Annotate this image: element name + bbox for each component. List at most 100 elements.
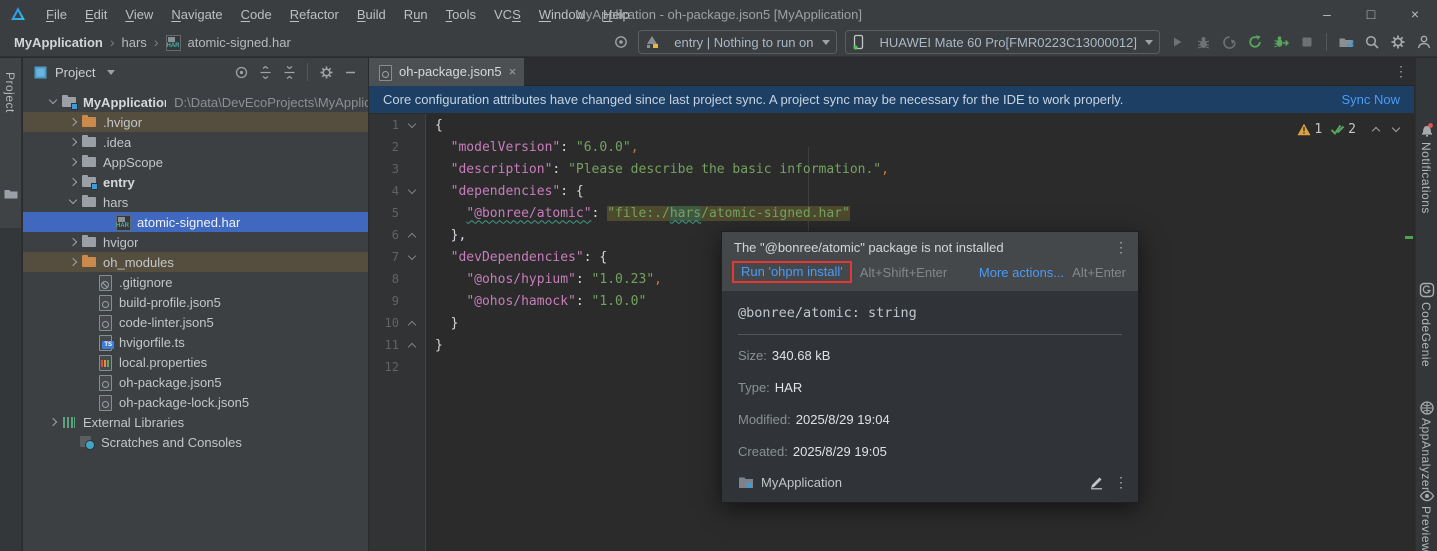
tree-row[interactable]: entry [23,172,368,192]
tree-chevron-icon[interactable] [65,194,81,210]
tab-bar-more-icon[interactable]: ⋮ [1394,63,1408,80]
tree-chevron-icon[interactable] [45,94,61,110]
breadcrumb-item[interactable]: hars [103,34,147,50]
tab-oh-package-json5[interactable]: oh-package.json5 × [369,58,524,86]
tree-row[interactable]: oh_modules [23,252,368,272]
tree-row[interactable]: AppScope [23,152,368,172]
tree-chevron-icon[interactable] [63,434,79,450]
menu-item[interactable]: Navigate [162,0,231,28]
footer-more-icon[interactable]: ⋮ [1114,474,1128,491]
tree-row[interactable]: atomic-signed.har [23,212,368,232]
tree-row[interactable]: hvigor [23,232,368,252]
code-line[interactable]: 1 { [369,114,1414,136]
tree-row[interactable]: hvigorfile.ts [23,332,368,352]
run-configuration-select[interactable]: entry | Nothing to run on [638,30,836,54]
tree-chevron-icon[interactable] [81,354,97,370]
device-manager-icon[interactable] [1333,30,1359,54]
project-panel-title[interactable]: Project [55,65,95,80]
menu-item[interactable]: Tools [437,0,485,28]
collapse-all-icon[interactable] [277,61,301,83]
tree-row[interactable]: .gitignore [23,272,368,292]
code-line[interactable]: 4 "dependencies": { [369,180,1414,202]
previewer-eye-icon[interactable] [1419,488,1435,504]
menu-item[interactable]: View [116,0,162,28]
tree-chevron-icon[interactable] [99,214,115,230]
tree-chevron-icon[interactable] [81,314,97,330]
maximize-button[interactable]: □ [1349,0,1393,28]
sync-rerun-button[interactable] [1242,30,1268,54]
menu-item[interactable]: Code [232,0,281,28]
tree-chevron-icon[interactable] [65,254,81,270]
tree-chevron-icon[interactable] [65,154,81,170]
menu-item[interactable]: Build [348,0,395,28]
menu-item[interactable]: Edit [76,0,116,28]
fold-marker-icon[interactable] [399,334,426,356]
tree-row[interactable]: .idea [23,132,368,152]
fold-marker-icon[interactable] [399,224,426,246]
breadcrumb-item[interactable]: atomic-signed.har [147,34,291,50]
fold-marker-icon[interactable] [399,202,426,224]
tree-chevron-icon[interactable] [65,114,81,130]
tree-row[interactable]: .hvigor [23,112,368,132]
close-button[interactable]: × [1393,0,1437,28]
tree-chevron-icon[interactable] [65,174,81,190]
tab-notifications[interactable]: Notifications [1419,142,1433,214]
breadcrumb-item[interactable]: MyApplication [14,35,103,50]
tree-row[interactable]: oh-package-lock.json5 [23,392,368,412]
select-opened-file-icon[interactable] [229,61,253,83]
tree-row[interactable]: local.properties [23,352,368,372]
previous-problem-icon[interactable] [1368,121,1384,137]
tree-chevron-icon[interactable] [81,334,97,350]
fold-marker-icon[interactable] [399,246,426,268]
sync-now-link[interactable]: Sync Now [1341,92,1400,107]
multi-debug-button[interactable] [1268,30,1294,54]
tree-row[interactable]: External Libraries [23,412,368,432]
locate-target-icon[interactable] [608,30,634,54]
next-problem-icon[interactable] [1388,121,1404,137]
run-button[interactable] [1164,30,1190,54]
edit-pencil-icon[interactable] [1089,475,1104,490]
tree-row[interactable]: oh-package.json5 [23,372,368,392]
tree-row[interactable]: code-linter.json5 [23,312,368,332]
search-icon[interactable] [1359,30,1385,54]
more-actions-link[interactable]: More actions... [979,265,1064,280]
codegenie-icon[interactable] [1419,282,1435,298]
appanalyzer-icon[interactable] [1419,400,1435,416]
fold-marker-icon[interactable] [399,136,426,158]
panel-settings-gear-icon[interactable] [314,61,338,83]
popup-more-icon[interactable]: ⋮ [1114,239,1128,256]
tree-row[interactable]: Scratches and Consoles [23,432,368,452]
tree-chevron-icon[interactable] [81,294,97,310]
code-line[interactable]: 5 "@bonree/atomic": "file:./hars/atomic-… [369,202,1414,224]
project-tool-button[interactable]: Project [0,58,21,228]
tab-appanalyzer[interactable]: AppAnalyzer [1419,418,1433,492]
fold-marker-icon[interactable] [399,180,426,202]
inspections-widget[interactable]: 1 2 [1297,121,1404,137]
debug-button[interactable] [1190,30,1216,54]
menu-item[interactable]: Run [395,0,437,28]
tree-chevron-icon[interactable] [65,134,81,150]
menu-item[interactable]: Refactor [281,0,348,28]
menu-item[interactable]: File [37,0,76,28]
settings-gear-icon[interactable] [1385,30,1411,54]
fold-marker-icon[interactable] [399,114,426,136]
notifications-bell-icon[interactable] [1419,122,1435,138]
expand-all-icon[interactable] [253,61,277,83]
device-select[interactable]: HUAWEI Mate 60 Pro[FMR0223C13000012] [845,30,1160,54]
fold-marker-icon[interactable] [399,356,426,378]
tree-row[interactable]: MyApplication D:\Data\DevEcoProjects\MyA… [23,92,368,112]
minimize-button[interactable]: – [1305,0,1349,28]
tab-previewer[interactable]: Previewer [1419,506,1433,551]
fold-marker-icon[interactable] [399,312,426,334]
tree-chevron-icon[interactable] [81,274,97,290]
run-ohpm-install-link[interactable]: Run 'ohpm install' [741,264,843,279]
tree-chevron-icon[interactable] [65,234,81,250]
fold-marker-icon[interactable] [399,158,426,180]
tab-close-icon[interactable]: × [509,64,517,79]
account-icon[interactable] [1411,30,1437,54]
tab-codegenie[interactable]: CodeGenie [1419,302,1433,367]
stop-button[interactable] [1294,30,1320,54]
fold-marker-icon[interactable] [399,290,426,312]
tree-chevron-icon[interactable] [81,374,97,390]
profiler-button[interactable] [1216,30,1242,54]
